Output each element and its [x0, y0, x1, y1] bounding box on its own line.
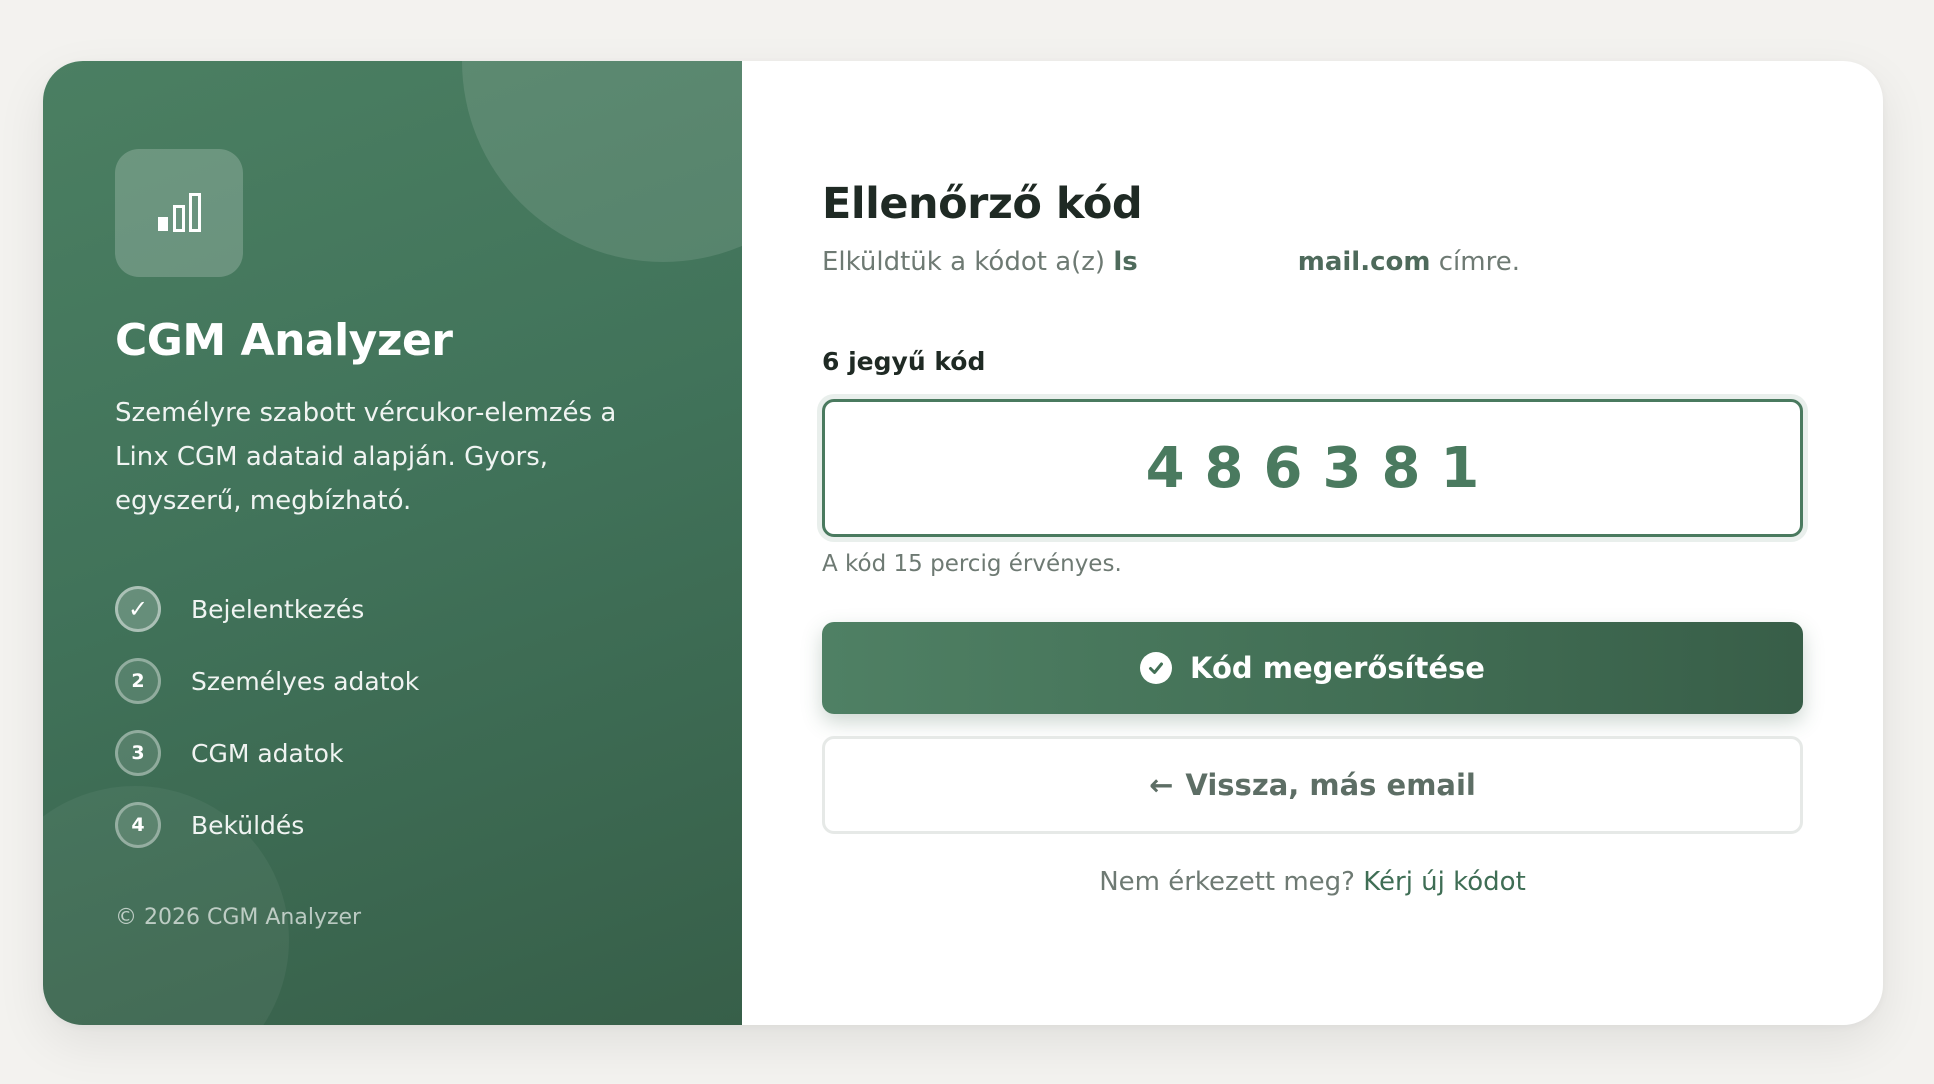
bar-chart-icon: [158, 193, 201, 232]
back-other-email-button[interactable]: ← Vissza, más email: [822, 736, 1803, 834]
step-login: ✓ Bejelentkezés: [115, 583, 419, 635]
email-end: mail.com: [1297, 247, 1431, 277]
decorative-circle: [462, 61, 742, 262]
confirm-button-label: Kód megerősítése: [1190, 651, 1485, 685]
resend-prefix: Nem érkezett meg?: [1099, 867, 1355, 897]
step-label: Személyes adatok: [191, 666, 420, 696]
resend-row: Nem érkezett meg? Kérj új kódot: [822, 867, 1803, 897]
subtitle-suffix: címre.: [1438, 247, 1520, 277]
app-tagline: Személyre szabott vércukor-elemzés a Lin…: [115, 398, 617, 516]
page-title: Ellenőrző kód: [822, 179, 1143, 229]
page-subtitle: Elküldtük a kódot a(z) ls mail.com címre.: [822, 247, 1520, 277]
step-label: Beküldés: [191, 810, 305, 840]
step-number: 4: [115, 802, 161, 848]
step-submit: 4 Beküldés: [115, 799, 419, 851]
step-personal-data: 2 Személyes adatok: [115, 655, 419, 707]
step-check-icon: ✓: [115, 586, 161, 632]
step-cgm-data: 3 CGM adatok: [115, 727, 419, 779]
app-name: CGM Analyzer: [115, 315, 453, 366]
resend-code-link[interactable]: Kérj új kódot: [1363, 867, 1526, 897]
step-number: 3: [115, 730, 161, 776]
check-circle-icon: [1140, 652, 1173, 684]
step-label: CGM adatok: [191, 738, 344, 768]
email-start: ls: [1113, 247, 1138, 277]
auth-card: CGM Analyzer Személyre szabott vércukor-…: [43, 61, 1883, 1025]
subtitle-prefix: Elküldtük a kódot a(z): [822, 247, 1106, 277]
step-number: 2: [115, 658, 161, 704]
code-field-label: 6 jegyű kód: [822, 347, 986, 376]
verification-code-input[interactable]: [822, 399, 1803, 537]
back-button-label: Vissza, más email: [1185, 768, 1476, 802]
progress-steps: ✓ Bejelentkezés 2 Személyes adatok 3 CGM…: [115, 583, 419, 871]
copyright: © 2026 CGM Analyzer: [115, 905, 362, 930]
app-logo: [115, 149, 243, 277]
confirm-code-button[interactable]: Kód megerősítése: [822, 622, 1803, 714]
step-label: Bejelentkezés: [191, 594, 365, 624]
code-validity-hint: A kód 15 percig érvényes.: [822, 551, 1122, 577]
verification-panel: Ellenőrző kód Elküldtük a kódot a(z) ls m…: [742, 61, 1883, 1025]
brand-panel: CGM Analyzer Személyre szabott vércukor-…: [43, 61, 742, 1025]
arrow-left-icon: ←: [1149, 768, 1174, 802]
